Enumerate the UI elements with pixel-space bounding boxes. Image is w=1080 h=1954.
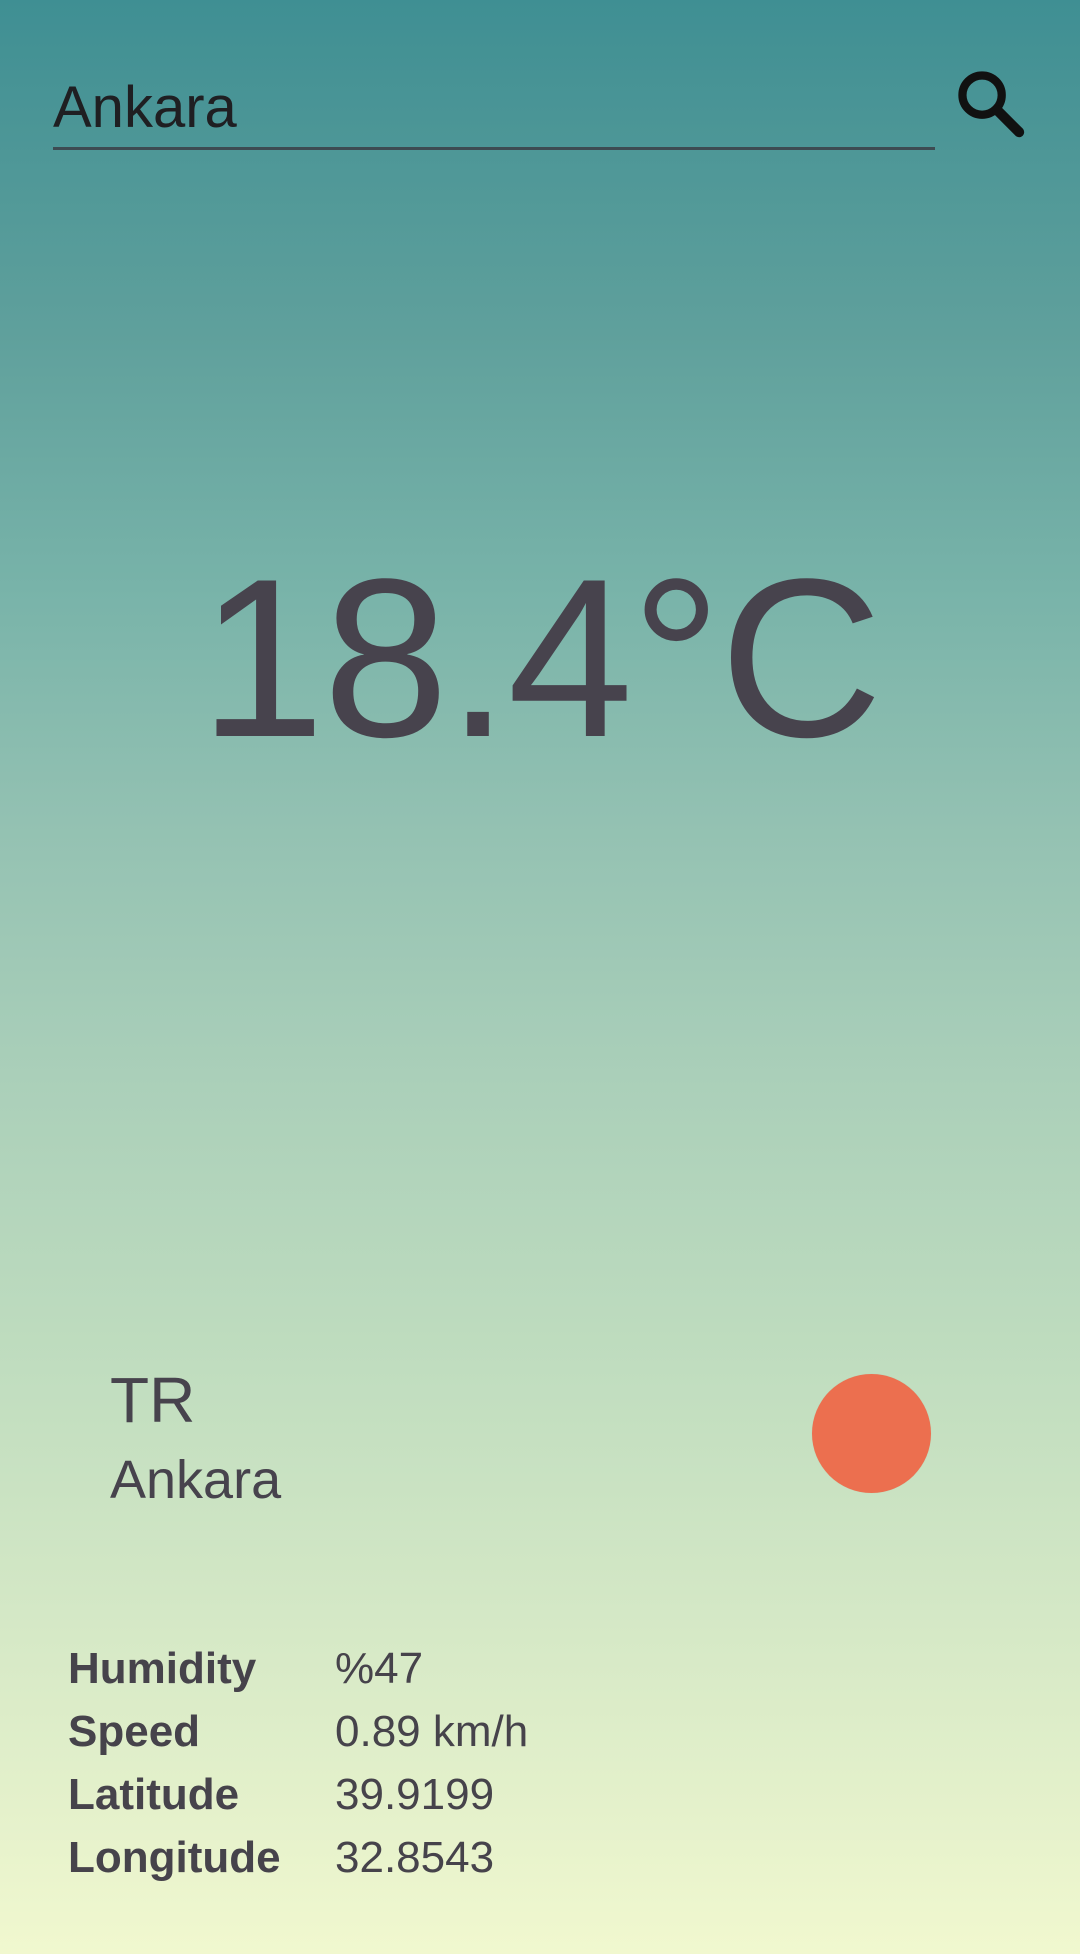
country-code: TR <box>110 1364 196 1436</box>
city-search-input[interactable] <box>53 68 935 150</box>
weather-details: Humidity %47 Speed 0.89 km/h Latitude 39… <box>68 1637 688 1889</box>
humidity-row: Humidity %47 <box>68 1637 688 1700</box>
humidity-label: Humidity <box>68 1644 257 1693</box>
temperature-value: 18.4°C <box>199 531 882 784</box>
latitude-row: Latitude 39.9199 <box>68 1763 688 1826</box>
latitude-value: 39.9199 <box>335 1770 495 1819</box>
latitude-label: Latitude <box>68 1770 240 1819</box>
longitude-label: Longitude <box>68 1833 281 1882</box>
humidity-value: %47 <box>335 1644 424 1693</box>
search-icon <box>958 71 1025 138</box>
speed-row: Speed 0.89 km/h <box>68 1700 688 1763</box>
speed-value: 0.89 km/h <box>335 1707 529 1756</box>
speed-label: Speed <box>68 1707 201 1756</box>
longitude-value: 32.8543 <box>335 1833 495 1882</box>
search-bar <box>53 54 1027 158</box>
city-name: Ankara <box>110 1450 282 1510</box>
longitude-row: Longitude 32.8543 <box>68 1826 688 1889</box>
search-button[interactable] <box>949 62 1031 144</box>
weather-status-indicator <box>812 1374 931 1493</box>
